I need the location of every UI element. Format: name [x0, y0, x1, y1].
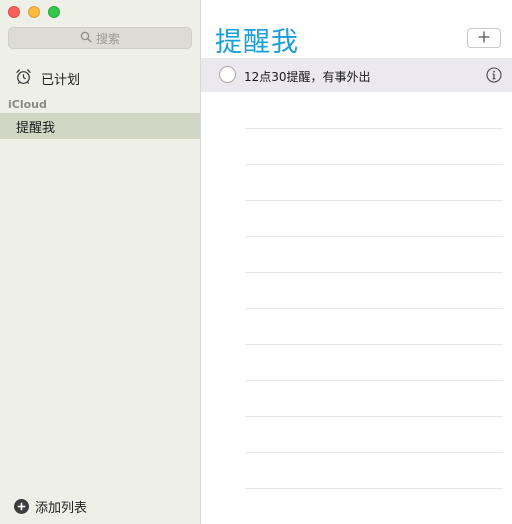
plus-circle-icon [14, 499, 29, 514]
add-list-button[interactable]: 添加列表 [14, 497, 87, 516]
section-header-icloud: iCloud [8, 98, 47, 111]
empty-line[interactable] [245, 128, 503, 164]
sidebar: 搜索 已计划 iCloud 提醒我 添加列表 [0, 0, 201, 524]
empty-line[interactable] [245, 272, 503, 308]
empty-line[interactable] [245, 200, 503, 236]
empty-line[interactable] [245, 488, 503, 524]
search-field[interactable]: 搜索 [8, 27, 192, 49]
empty-line[interactable] [245, 344, 503, 380]
main-pane: 提醒我 12点30提醒，有事外出 [201, 0, 512, 524]
empty-line[interactable] [245, 236, 503, 272]
info-icon[interactable] [486, 67, 502, 83]
reminder-checkbox[interactable] [219, 66, 236, 83]
add-list-label: 添加列表 [35, 501, 88, 516]
empty-line[interactable] [245, 452, 503, 488]
scheduled-list[interactable]: 已计划 [15, 68, 80, 89]
empty-line[interactable] [245, 416, 503, 452]
list-title: 提醒我 [215, 27, 299, 58]
close-button[interactable] [8, 6, 20, 18]
sidebar-list-item[interactable]: 提醒我 [0, 113, 200, 139]
reminder-row[interactable]: 12点30提醒，有事外出 [201, 58, 512, 92]
empty-line[interactable] [245, 164, 503, 200]
alarm-clock-icon [15, 68, 32, 89]
zoom-button[interactable] [48, 6, 60, 18]
empty-reminder-lines [245, 128, 503, 524]
reminder-text[interactable]: 12点30提醒，有事外出 [244, 68, 371, 85]
search-icon [80, 31, 92, 46]
minimize-button[interactable] [28, 6, 40, 18]
empty-line[interactable] [245, 308, 503, 344]
scheduled-label: 已计划 [41, 73, 81, 88]
search-placeholder: 搜索 [95, 31, 120, 46]
add-reminder-button[interactable] [467, 28, 501, 48]
sidebar-list-label: 提醒我 [16, 120, 56, 136]
plus-icon [477, 29, 491, 48]
empty-line[interactable] [245, 380, 503, 416]
window-controls [8, 6, 60, 18]
